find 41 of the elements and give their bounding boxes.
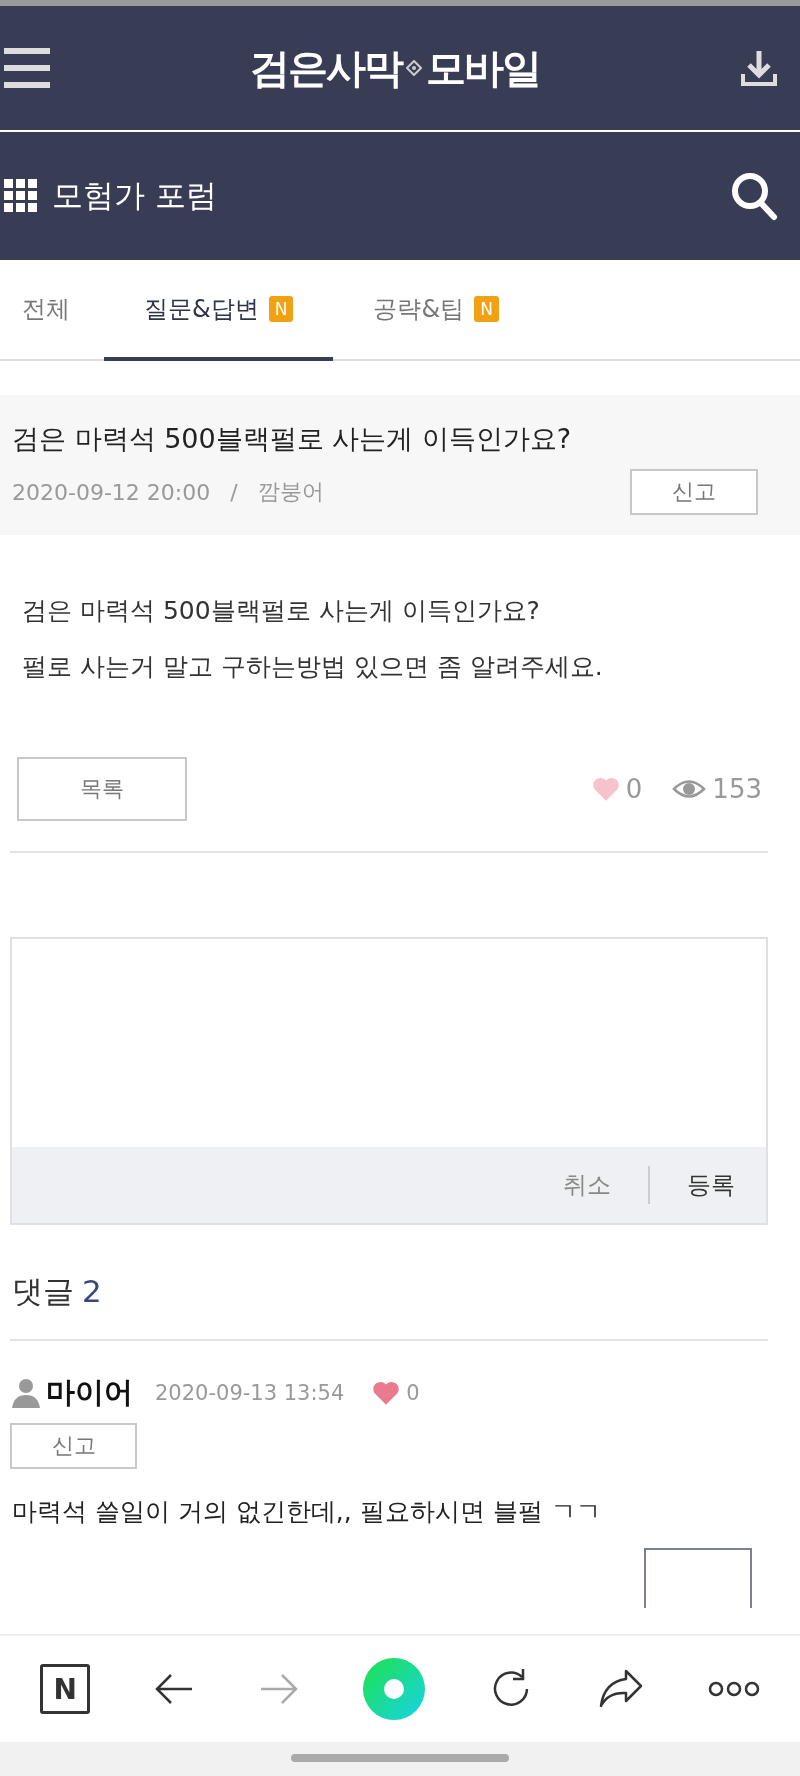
- cancel-button[interactable]: 취소: [532, 1165, 642, 1205]
- menu-icon[interactable]: [4, 48, 50, 88]
- user-icon: [12, 1378, 40, 1408]
- new-badge: N: [474, 295, 499, 322]
- post-date: 2020-09-12 20:00: [12, 479, 211, 505]
- logo-text: 모바일: [426, 42, 540, 93]
- browser-logo[interactable]: N: [40, 1664, 91, 1714]
- back-icon[interactable]: [154, 1673, 195, 1705]
- post-author: 깜붕어: [257, 478, 324, 506]
- comment-count: 2: [82, 1273, 102, 1309]
- reply-button[interactable]: [644, 1548, 752, 1608]
- submit-button[interactable]: 등록: [656, 1165, 766, 1205]
- board-title: 모험가 포럼: [52, 176, 217, 215]
- comment-author: 마이어: [46, 1374, 133, 1411]
- list-button[interactable]: 목록: [17, 757, 187, 821]
- new-badge: N: [268, 295, 294, 322]
- tab[interactable]: 전체: [12, 260, 104, 361]
- more-icon[interactable]: [707, 1680, 760, 1698]
- tab[interactable]: 공략&팁 N: [333, 260, 539, 361]
- post-body-line: 펄로 사는거 말고 구하는방법 있으면 좀 알려주세요.: [22, 651, 604, 683]
- share-icon[interactable]: [597, 1668, 644, 1710]
- report-button[interactable]: 신고: [630, 469, 758, 515]
- post-body-line: 검은 마력석 500블랙펄로 사는게 이득인가요?: [22, 595, 541, 627]
- report-button[interactable]: 신고: [10, 1423, 137, 1469]
- comment-date: 2020-09-13 13:54: [155, 1381, 345, 1405]
- comment-like-count: 0: [406, 1381, 420, 1405]
- like-count: 0: [625, 774, 643, 804]
- diamond-icon: [406, 60, 422, 76]
- heart-icon: [591, 775, 620, 803]
- logo-text: 검은사막: [250, 42, 402, 93]
- meta-separator: /: [230, 479, 238, 505]
- tab[interactable]: 질문&답변 N: [104, 260, 334, 361]
- eye-icon: [672, 778, 707, 800]
- view-count: 153: [712, 774, 762, 804]
- heart-icon: [372, 1379, 401, 1407]
- comment-text: 마력석 쓸일이 거의 없긴한데,, 필요하시면 블펄 ㄱㄱ: [11, 1496, 602, 1528]
- grid-icon[interactable]: [4, 179, 38, 213]
- search-icon[interactable]: [730, 171, 778, 221]
- post-title: 검은 마력석 500블랙펄로 사는게 이득인가요?: [12, 422, 573, 456]
- comments-heading: 댓글: [12, 1273, 74, 1309]
- download-icon[interactable]: [740, 48, 778, 88]
